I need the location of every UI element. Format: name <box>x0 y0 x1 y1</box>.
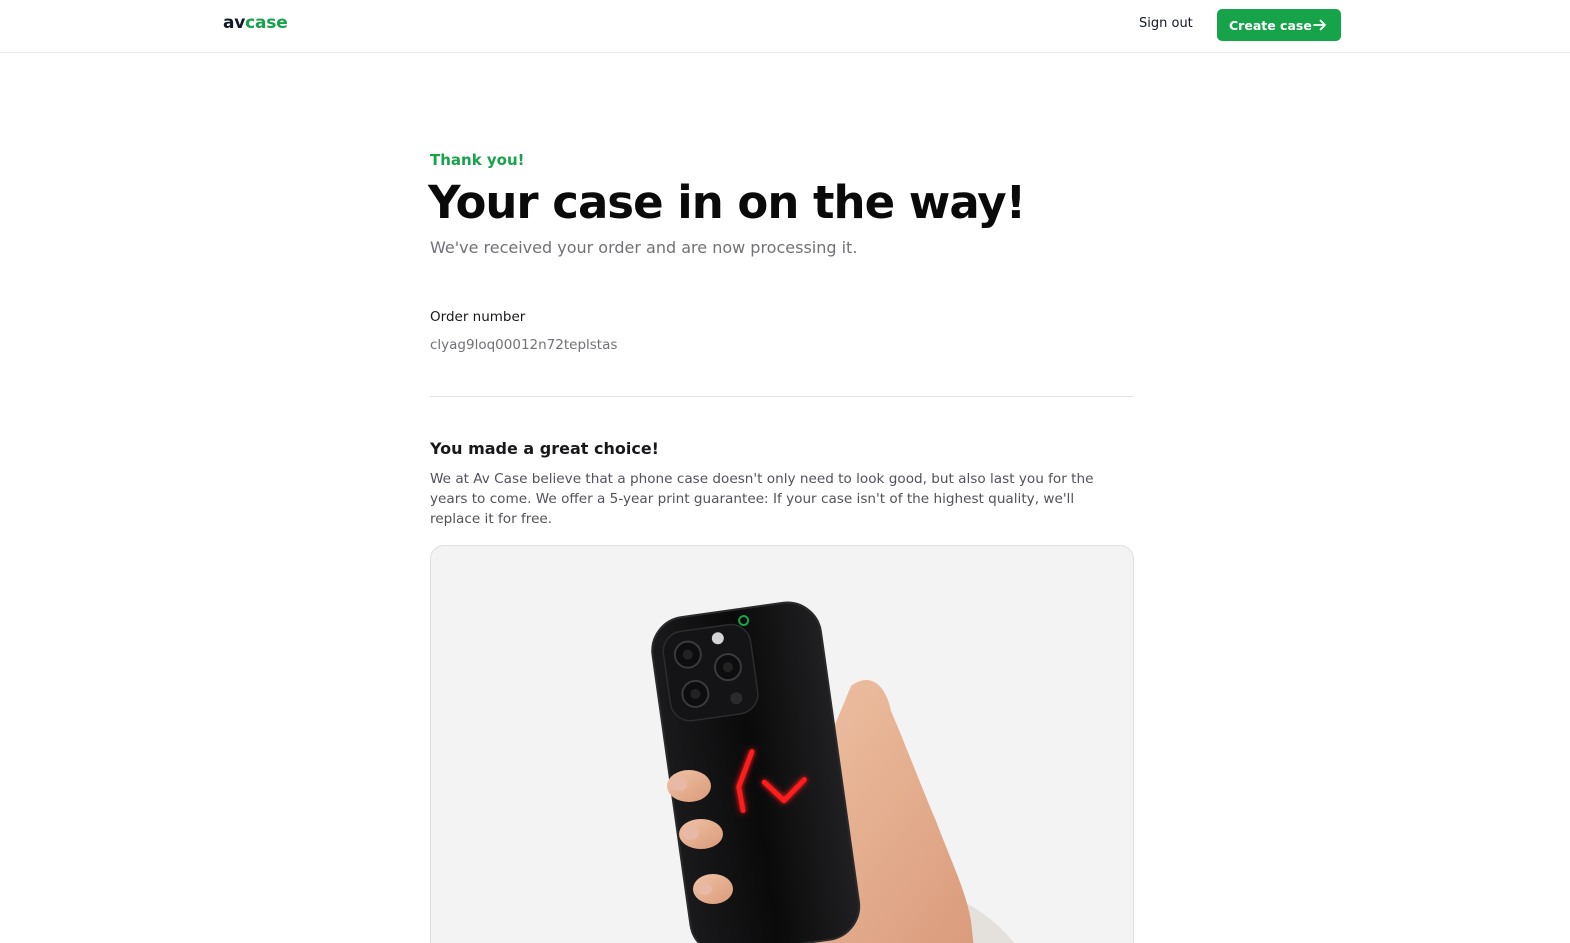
section-divider <box>430 396 1134 397</box>
navbar: avcase Sign out Create case <box>0 0 1570 53</box>
phone-in-hand-image <box>651 601 1015 943</box>
create-case-button[interactable]: Create case <box>1217 9 1341 41</box>
choice-heading: You made a great choice! <box>430 439 659 458</box>
thank-you-eyebrow: Thank you! <box>430 151 525 169</box>
order-number-label: Order number <box>430 309 526 325</box>
fingernail-shape <box>671 777 687 791</box>
phone-case <box>651 601 861 943</box>
case-preview <box>430 545 1134 943</box>
fingernail-shape <box>698 883 712 895</box>
fingernail-shape <box>683 826 699 840</box>
logo-prefix: av <box>223 13 246 33</box>
choice-description: We at Av Case believe that a phone case … <box>430 471 1094 527</box>
order-number-value: clyag9loq00012n72teplstas <box>430 337 618 353</box>
arrow-right-icon <box>1313 19 1326 31</box>
brand-logo[interactable]: avcase <box>223 13 288 33</box>
create-case-label: Create case <box>1229 17 1312 33</box>
sign-out-link[interactable]: Sign out <box>1139 16 1193 31</box>
logo-accent: case <box>245 13 288 33</box>
page-title: Your case in on the way! <box>428 176 1026 229</box>
page-subtitle: We've received your order and are now pr… <box>430 238 858 257</box>
